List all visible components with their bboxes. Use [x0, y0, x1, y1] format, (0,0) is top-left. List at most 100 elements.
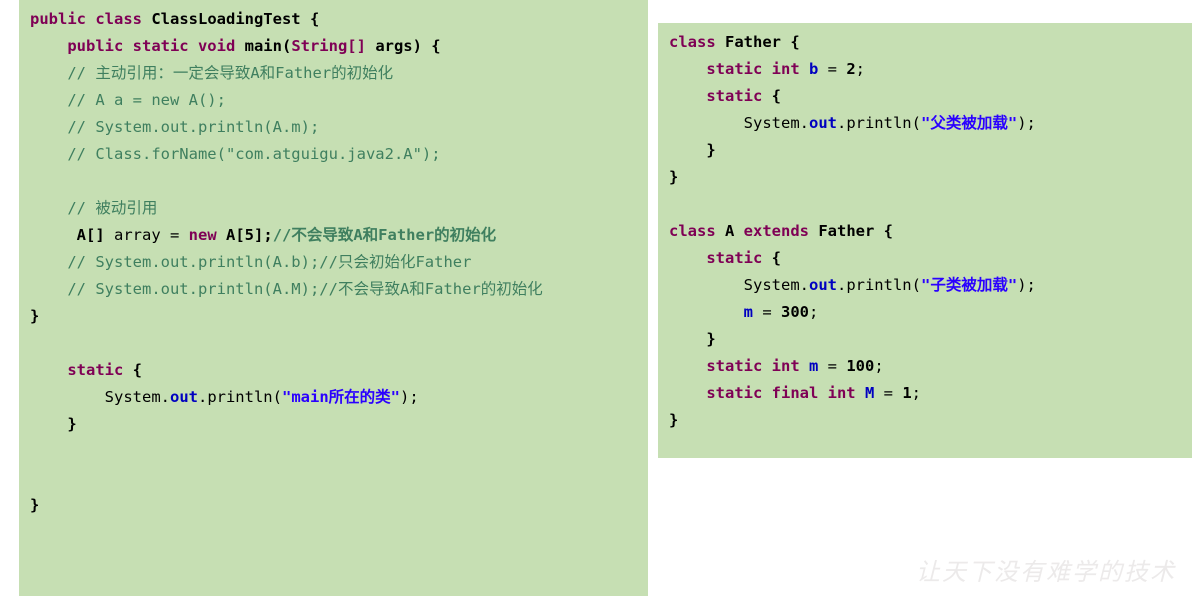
code-token: public class: [30, 10, 152, 28]
right-code-line: [658, 191, 1192, 218]
code-token: extends: [743, 222, 819, 240]
left-code-line: }: [19, 411, 648, 438]
code-token: new: [188, 226, 226, 244]
code-token: ": [1007, 276, 1018, 294]
code-token: 100: [846, 357, 875, 375]
code-token: static: [706, 87, 772, 105]
code-token: // System.out.println(A.M);//不会导致A和Fathe…: [30, 280, 543, 298]
code-token: System.: [669, 114, 809, 132]
code-token: out: [808, 276, 837, 294]
code-token: }: [30, 307, 40, 325]
code-token: out: [169, 388, 198, 406]
code-token: 300: [781, 303, 809, 321]
left-code-line: // System.out.println(A.b);//只会初始化Father: [19, 249, 648, 276]
code-token: args) {: [375, 37, 441, 55]
code-token: 子类被加载: [930, 276, 1008, 294]
code-token: );: [400, 388, 419, 406]
code-token: System.: [30, 388, 170, 406]
code-token: static final int: [706, 384, 865, 402]
right-code-line: static {: [658, 245, 1192, 272]
code-token: static: [67, 361, 133, 379]
code-token: .println(: [197, 388, 282, 406]
code-token: 5: [244, 226, 255, 244]
code-token: class: [669, 33, 725, 51]
left-code-line: }: [19, 303, 648, 330]
code-token: main(: [244, 37, 292, 55]
code-token: public static void: [67, 37, 245, 55]
code-token: }: [669, 411, 679, 429]
code-token: {: [309, 10, 320, 28]
code-token: // System.out.println(A.m);: [30, 118, 320, 136]
code-token: class: [669, 222, 725, 240]
code-token: ": [920, 114, 931, 132]
code-token: ": [920, 276, 931, 294]
code-token: static: [706, 249, 772, 267]
code-token: Father: [725, 33, 791, 51]
code-token: ": [1007, 114, 1018, 132]
left-code-line: [19, 330, 648, 357]
code-token: // 主动引用：一定会导致A和Father的初始化: [30, 64, 394, 82]
right-code-line: class A extends Father {: [658, 218, 1192, 245]
code-token: String[]: [291, 37, 376, 55]
code-token: array: [114, 226, 170, 244]
code-token: ClassLoadingTest: [151, 10, 310, 28]
code-token: {: [771, 87, 781, 105]
right-code-line: static {: [658, 83, 1192, 110]
code-token: =: [827, 357, 847, 375]
code-token: A[: [226, 226, 245, 244]
code-token: // 被动引用: [30, 199, 158, 217]
code-token: static int: [706, 60, 809, 78]
watermark-text: 让天下没有难学的技术: [916, 558, 1176, 586]
code-token: // Class.forName("com.atguigu.java2.A");: [30, 145, 441, 163]
code-token: m: [808, 357, 828, 375]
left-code-line: [19, 438, 648, 465]
code-token: .println(: [836, 276, 921, 294]
right-code-line: static int m = 100;: [658, 353, 1192, 380]
code-token: .println(: [836, 114, 921, 132]
left-code-line: public static void main(String[] args) {: [19, 33, 648, 60]
code-token: // A a = new A();: [30, 91, 226, 109]
code-token: // System.out.println(A.b);//只会初始化Father: [30, 253, 472, 271]
code-token: {: [883, 222, 893, 240]
left-code-line: // Class.forName("com.atguigu.java2.A");: [19, 141, 648, 168]
code-token: m: [743, 303, 763, 321]
code-token: {: [132, 361, 142, 379]
code-token: out: [808, 114, 837, 132]
right-code-line: }: [658, 137, 1192, 164]
code-token: }: [669, 330, 716, 348]
code-token: );: [1017, 114, 1036, 132]
code-token: static int: [706, 357, 809, 375]
left-code-line: // A a = new A();: [19, 87, 648, 114]
code-token: 2: [846, 60, 856, 78]
right-code-line: m = 300;: [658, 299, 1192, 326]
code-token: ;: [809, 303, 819, 321]
right-code-line: static final int M = 1;: [658, 380, 1192, 407]
right-code-block: class Father { static int b = 2; static …: [658, 23, 1192, 458]
code-token: ": [281, 388, 292, 406]
right-code-line: static int b = 2;: [658, 56, 1192, 83]
right-code-line: System.out.println("子类被加载");: [658, 272, 1192, 299]
code-token: A: [725, 222, 744, 240]
left-code-line: // System.out.println(A.M);//不会导致A和Fathe…: [19, 276, 648, 303]
right-code-line: }: [658, 164, 1192, 191]
right-code-line: }: [658, 407, 1192, 434]
left-code-line: // 被动引用: [19, 195, 648, 222]
code-token: {: [790, 33, 800, 51]
left-code-line: A[] array = new A[5];//不会导致A和Father的初始化: [19, 222, 648, 249]
code-token: ;: [855, 60, 866, 78]
right-code-line: class Father {: [658, 29, 1192, 56]
code-token: System.: [669, 276, 809, 294]
code-token: );: [1017, 276, 1036, 294]
